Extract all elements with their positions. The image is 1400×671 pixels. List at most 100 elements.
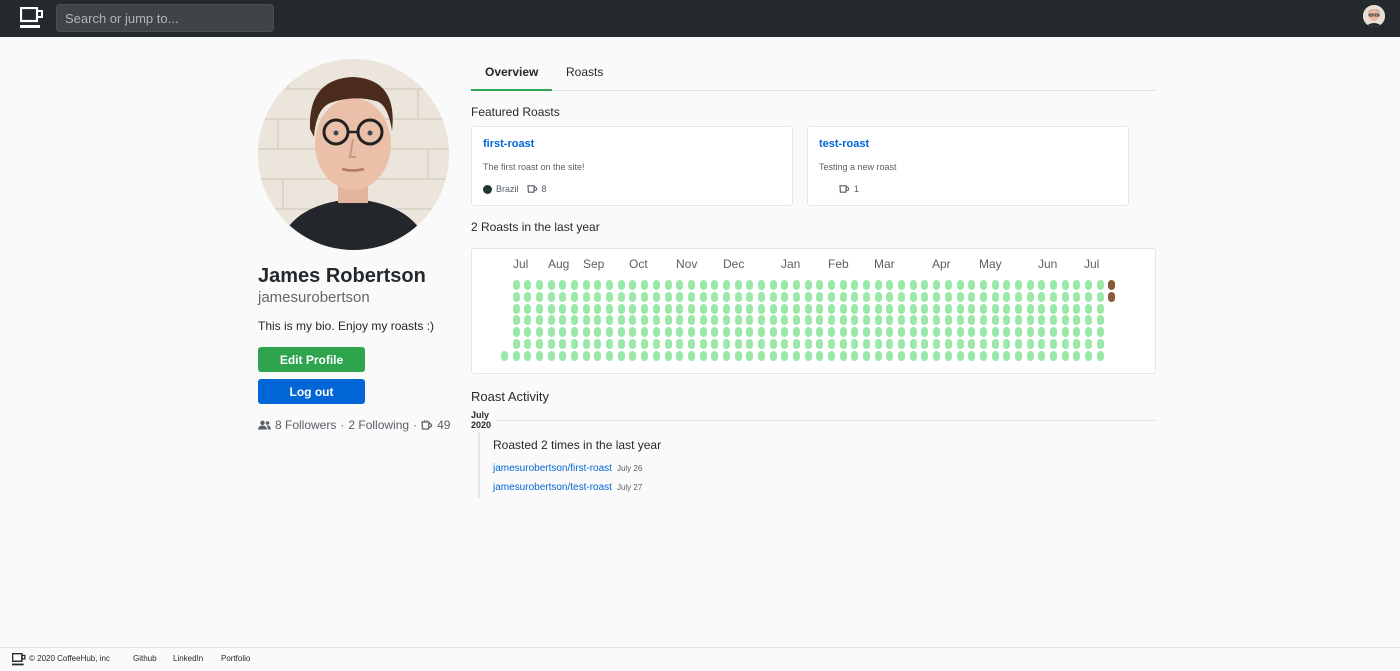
heatmap-day-cell[interactable] bbox=[571, 315, 579, 326]
heatmap-day-cell[interactable] bbox=[571, 280, 579, 290]
heatmap-day-cell[interactable] bbox=[536, 339, 544, 349]
heatmap-day-cell[interactable] bbox=[1038, 339, 1046, 349]
heatmap-day-cell[interactable] bbox=[582, 327, 590, 338]
heatmap-day-cell[interactable] bbox=[641, 315, 649, 326]
heatmap-day-cell[interactable] bbox=[933, 327, 941, 338]
heatmap-day-cell[interactable] bbox=[1096, 339, 1104, 349]
heatmap-day-cell[interactable] bbox=[863, 327, 871, 338]
heatmap-day-cell[interactable] bbox=[828, 280, 836, 290]
heatmap-day-cell[interactable] bbox=[793, 303, 800, 314]
heatmap-day-cell[interactable] bbox=[641, 327, 649, 338]
coffee-cup-logo-icon[interactable] bbox=[20, 7, 44, 29]
heatmap-day-cell[interactable] bbox=[886, 339, 894, 349]
heatmap-day-cell[interactable] bbox=[1096, 291, 1104, 302]
heatmap-day-cell[interactable] bbox=[933, 315, 941, 326]
heatmap-day-cell[interactable] bbox=[699, 280, 707, 290]
heatmap-day-cell[interactable] bbox=[933, 339, 941, 349]
heatmap-day-cell[interactable] bbox=[874, 327, 882, 338]
heatmap-day-cell[interactable] bbox=[687, 280, 695, 290]
heatmap-day-cell[interactable] bbox=[886, 291, 894, 302]
heatmap-day-cell[interactable] bbox=[828, 315, 836, 326]
footer-link-portfolio[interactable]: Portfolio bbox=[221, 654, 250, 663]
heatmap-day-cell[interactable] bbox=[909, 327, 917, 338]
heatmap-day-cell[interactable] bbox=[968, 303, 976, 314]
heatmap-day-cell[interactable] bbox=[1003, 315, 1011, 326]
heatmap-day-cell[interactable] bbox=[839, 291, 847, 302]
heatmap-day-cell[interactable] bbox=[536, 327, 544, 338]
heatmap-day-cell[interactable] bbox=[757, 315, 765, 326]
heatmap-day-cell[interactable] bbox=[559, 303, 567, 314]
heatmap-day-cell[interactable] bbox=[851, 303, 859, 314]
heatmap-day-cell[interactable] bbox=[839, 280, 847, 290]
heatmap-day-cell[interactable] bbox=[1038, 350, 1046, 361]
heatmap-day-cell[interactable] bbox=[687, 315, 695, 326]
heatmap-day-cell[interactable] bbox=[722, 339, 730, 349]
heatmap-day-cell[interactable] bbox=[582, 280, 590, 290]
heatmap-day-cell[interactable] bbox=[699, 327, 707, 338]
heatmap-day-cell[interactable] bbox=[956, 280, 964, 290]
heatmap-day-cell[interactable] bbox=[921, 350, 929, 361]
heatmap-day-cell[interactable] bbox=[687, 291, 695, 302]
heatmap-day-cell[interactable] bbox=[676, 339, 684, 349]
heatmap-day-cell[interactable] bbox=[722, 280, 730, 290]
heatmap-day-cell[interactable] bbox=[524, 350, 532, 361]
heatmap-day-cell[interactable] bbox=[1085, 350, 1092, 361]
heatmap-day-cell[interactable] bbox=[664, 327, 672, 338]
heatmap-day-cell[interactable] bbox=[793, 291, 800, 302]
heatmap-day-cell[interactable] bbox=[524, 315, 532, 326]
heatmap-day-cell[interactable] bbox=[652, 327, 660, 338]
heatmap-day-cell[interactable] bbox=[839, 315, 847, 326]
heatmap-day-cell[interactable] bbox=[816, 350, 824, 361]
heatmap-day-cell[interactable] bbox=[781, 280, 789, 290]
heatmap-day-cell[interactable] bbox=[617, 339, 625, 349]
heatmap-day-cell[interactable] bbox=[944, 327, 952, 338]
heatmap-day-cell[interactable] bbox=[944, 291, 952, 302]
heatmap-day-cell[interactable] bbox=[664, 339, 672, 349]
heatmap-day-cell[interactable] bbox=[839, 339, 847, 349]
heatmap-day-cell[interactable] bbox=[711, 280, 719, 290]
heatmap-day-cell[interactable] bbox=[1003, 280, 1011, 290]
heatmap-day-cell[interactable] bbox=[1073, 339, 1081, 349]
heatmap-day-cell[interactable] bbox=[594, 350, 602, 361]
heatmap-day-cell[interactable] bbox=[793, 339, 800, 349]
heatmap-day-cell[interactable] bbox=[699, 291, 707, 302]
heatmap-day-cell[interactable] bbox=[804, 303, 812, 314]
heatmap-day-cell[interactable] bbox=[898, 339, 906, 349]
heatmap-day-cell[interactable] bbox=[1038, 291, 1046, 302]
heatmap-day-cell[interactable] bbox=[886, 327, 894, 338]
heatmap-day-cell[interactable] bbox=[909, 303, 917, 314]
heatmap-day-cell[interactable] bbox=[746, 303, 754, 314]
heatmap-day-cell[interactable] bbox=[968, 280, 976, 290]
heatmap-day-cell[interactable] bbox=[582, 315, 590, 326]
heatmap-day-cell[interactable] bbox=[944, 303, 952, 314]
heatmap-day-cell[interactable] bbox=[617, 303, 625, 314]
heatmap-day-cell[interactable] bbox=[746, 291, 754, 302]
heatmap-day-cell[interactable] bbox=[828, 350, 836, 361]
heatmap-day-cell[interactable] bbox=[979, 315, 987, 326]
heatmap-day-cell[interactable] bbox=[1026, 291, 1034, 302]
heatmap-day-cell[interactable] bbox=[804, 291, 812, 302]
heatmap-day-cell[interactable] bbox=[1014, 327, 1022, 338]
heatmap-day-cell[interactable] bbox=[1073, 327, 1081, 338]
heatmap-day-cell[interactable] bbox=[641, 350, 649, 361]
heatmap-day-cell[interactable] bbox=[1003, 291, 1011, 302]
heatmap-day-cell[interactable] bbox=[559, 327, 567, 338]
heatmap-day-cell[interactable] bbox=[1014, 350, 1022, 361]
heatmap-day-cell[interactable] bbox=[781, 291, 789, 302]
activity-roast-link[interactable]: jamesurobertson/test-roast bbox=[493, 482, 612, 493]
heatmap-day-cell[interactable] bbox=[898, 327, 906, 338]
heatmap-day-cell[interactable] bbox=[629, 327, 637, 338]
heatmap-day-cell[interactable] bbox=[1038, 280, 1046, 290]
heatmap-day-cell[interactable] bbox=[1108, 280, 1116, 290]
heatmap-day-cell[interactable] bbox=[582, 291, 590, 302]
heatmap-day-cell[interactable] bbox=[676, 350, 684, 361]
heatmap-day-cell[interactable] bbox=[711, 339, 719, 349]
heatmap-day-cell[interactable] bbox=[594, 291, 602, 302]
heatmap-day-cell[interactable] bbox=[722, 291, 730, 302]
heatmap-day-cell[interactable] bbox=[828, 327, 836, 338]
heatmap-day-cell[interactable] bbox=[804, 315, 812, 326]
heatmap-day-cell[interactable] bbox=[991, 327, 999, 338]
heatmap-day-cell[interactable] bbox=[664, 303, 672, 314]
heatmap-day-cell[interactable] bbox=[757, 327, 765, 338]
heatmap-day-cell[interactable] bbox=[781, 327, 789, 338]
